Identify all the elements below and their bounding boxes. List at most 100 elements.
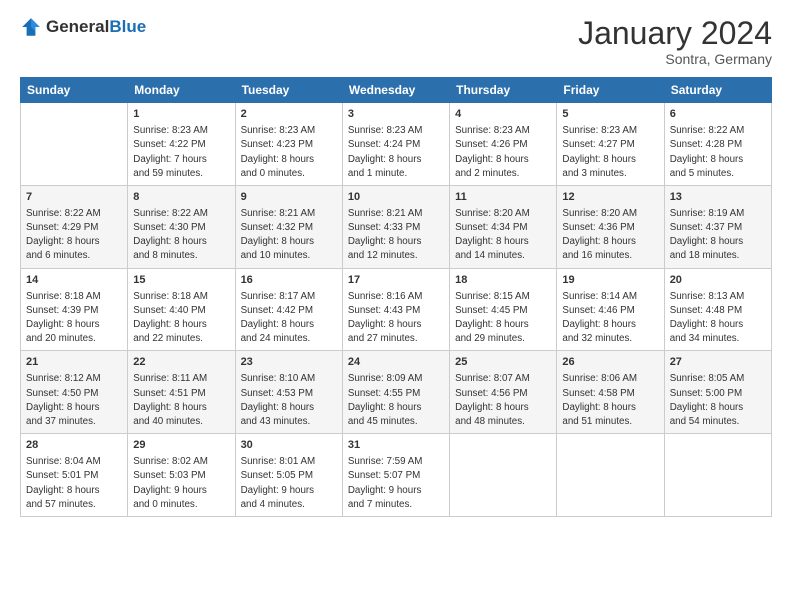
day-number: 18 xyxy=(455,273,551,289)
calendar-week-3: 14Sunrise: 8:18 AMSunset: 4:39 PMDayligh… xyxy=(21,268,772,351)
day-number: 25 xyxy=(455,355,551,371)
day-number: 7 xyxy=(26,190,122,206)
day-info: Sunrise: 8:12 AMSunset: 4:50 PMDaylight:… xyxy=(26,372,122,429)
day-number: 13 xyxy=(670,190,766,206)
logo-general: GeneralBlue xyxy=(46,17,146,37)
day-number: 30 xyxy=(241,438,337,454)
calendar-cell-w2-d2: 8Sunrise: 8:22 AMSunset: 4:30 PMDaylight… xyxy=(128,185,235,268)
calendar-week-4: 21Sunrise: 8:12 AMSunset: 4:50 PMDayligh… xyxy=(21,351,772,434)
calendar-header-row: Sunday Monday Tuesday Wednesday Thursday… xyxy=(21,78,772,103)
day-number: 15 xyxy=(133,273,229,289)
logo: GeneralBlue xyxy=(20,16,146,38)
day-info: Sunrise: 8:02 AMSunset: 5:03 PMDaylight:… xyxy=(133,455,229,512)
day-info: Sunrise: 7:59 AMSunset: 5:07 PMDaylight:… xyxy=(348,455,444,512)
day-number: 9 xyxy=(241,190,337,206)
day-number: 29 xyxy=(133,438,229,454)
day-info: Sunrise: 8:22 AMSunset: 4:30 PMDaylight:… xyxy=(133,207,229,264)
title-area: January 2024 Sontra, Germany xyxy=(578,16,772,67)
calendar-week-1: 1Sunrise: 8:23 AMSunset: 4:22 PMDaylight… xyxy=(21,103,772,186)
calendar-cell-w3-d3: 16Sunrise: 8:17 AMSunset: 4:42 PMDayligh… xyxy=(235,268,342,351)
calendar-cell-w5-d4: 31Sunrise: 7:59 AMSunset: 5:07 PMDayligh… xyxy=(342,434,449,517)
calendar-cell-w4-d7: 27Sunrise: 8:05 AMSunset: 5:00 PMDayligh… xyxy=(664,351,771,434)
calendar-table: Sunday Monday Tuesday Wednesday Thursday… xyxy=(20,77,772,517)
calendar-cell-w5-d2: 29Sunrise: 8:02 AMSunset: 5:03 PMDayligh… xyxy=(128,434,235,517)
col-monday: Monday xyxy=(128,78,235,103)
day-info: Sunrise: 8:14 AMSunset: 4:46 PMDaylight:… xyxy=(562,290,658,347)
day-number: 21 xyxy=(26,355,122,371)
day-info: Sunrise: 8:23 AMSunset: 4:27 PMDaylight:… xyxy=(562,124,658,181)
calendar-cell-w2-d3: 9Sunrise: 8:21 AMSunset: 4:32 PMDaylight… xyxy=(235,185,342,268)
calendar-cell-w5-d5 xyxy=(450,434,557,517)
day-info: Sunrise: 8:09 AMSunset: 4:55 PMDaylight:… xyxy=(348,372,444,429)
col-friday: Friday xyxy=(557,78,664,103)
day-number: 14 xyxy=(26,273,122,289)
day-info: Sunrise: 8:17 AMSunset: 4:42 PMDaylight:… xyxy=(241,290,337,347)
col-thursday: Thursday xyxy=(450,78,557,103)
calendar-week-5: 28Sunrise: 8:04 AMSunset: 5:01 PMDayligh… xyxy=(21,434,772,517)
col-tuesday: Tuesday xyxy=(235,78,342,103)
col-saturday: Saturday xyxy=(664,78,771,103)
calendar-cell-w4-d2: 22Sunrise: 8:11 AMSunset: 4:51 PMDayligh… xyxy=(128,351,235,434)
calendar-cell-w4-d1: 21Sunrise: 8:12 AMSunset: 4:50 PMDayligh… xyxy=(21,351,128,434)
day-info: Sunrise: 8:20 AMSunset: 4:34 PMDaylight:… xyxy=(455,207,551,264)
calendar-cell-w1-d4: 3Sunrise: 8:23 AMSunset: 4:24 PMDaylight… xyxy=(342,103,449,186)
day-info: Sunrise: 8:01 AMSunset: 5:05 PMDaylight:… xyxy=(241,455,337,512)
calendar-cell-w1-d2: 1Sunrise: 8:23 AMSunset: 4:22 PMDaylight… xyxy=(128,103,235,186)
day-info: Sunrise: 8:21 AMSunset: 4:33 PMDaylight:… xyxy=(348,207,444,264)
calendar-cell-w5-d3: 30Sunrise: 8:01 AMSunset: 5:05 PMDayligh… xyxy=(235,434,342,517)
logo-icon xyxy=(20,16,42,38)
day-number: 6 xyxy=(670,107,766,123)
calendar-cell-w3-d4: 17Sunrise: 8:16 AMSunset: 4:43 PMDayligh… xyxy=(342,268,449,351)
calendar-cell-w2-d5: 11Sunrise: 8:20 AMSunset: 4:34 PMDayligh… xyxy=(450,185,557,268)
calendar-cell-w1-d7: 6Sunrise: 8:22 AMSunset: 4:28 PMDaylight… xyxy=(664,103,771,186)
calendar-cell-w3-d2: 15Sunrise: 8:18 AMSunset: 4:40 PMDayligh… xyxy=(128,268,235,351)
calendar-cell-w4-d3: 23Sunrise: 8:10 AMSunset: 4:53 PMDayligh… xyxy=(235,351,342,434)
title-month: January 2024 xyxy=(578,16,772,51)
calendar-cell-w4-d5: 25Sunrise: 8:07 AMSunset: 4:56 PMDayligh… xyxy=(450,351,557,434)
calendar-cell-w2-d7: 13Sunrise: 8:19 AMSunset: 4:37 PMDayligh… xyxy=(664,185,771,268)
day-number: 1 xyxy=(133,107,229,123)
calendar-cell-w2-d1: 7Sunrise: 8:22 AMSunset: 4:29 PMDaylight… xyxy=(21,185,128,268)
day-info: Sunrise: 8:15 AMSunset: 4:45 PMDaylight:… xyxy=(455,290,551,347)
day-number: 26 xyxy=(562,355,658,371)
day-info: Sunrise: 8:23 AMSunset: 4:22 PMDaylight:… xyxy=(133,124,229,181)
calendar-cell-w3-d1: 14Sunrise: 8:18 AMSunset: 4:39 PMDayligh… xyxy=(21,268,128,351)
day-number: 17 xyxy=(348,273,444,289)
day-info: Sunrise: 8:20 AMSunset: 4:36 PMDaylight:… xyxy=(562,207,658,264)
day-number: 22 xyxy=(133,355,229,371)
day-number: 24 xyxy=(348,355,444,371)
day-info: Sunrise: 8:16 AMSunset: 4:43 PMDaylight:… xyxy=(348,290,444,347)
day-info: Sunrise: 8:13 AMSunset: 4:48 PMDaylight:… xyxy=(670,290,766,347)
day-number: 19 xyxy=(562,273,658,289)
header: GeneralBlue January 2024 Sontra, Germany xyxy=(20,16,772,67)
calendar-cell-w1-d1 xyxy=(21,103,128,186)
calendar-cell-w3-d6: 19Sunrise: 8:14 AMSunset: 4:46 PMDayligh… xyxy=(557,268,664,351)
day-number: 11 xyxy=(455,190,551,206)
day-number: 8 xyxy=(133,190,229,206)
calendar-week-2: 7Sunrise: 8:22 AMSunset: 4:29 PMDaylight… xyxy=(21,185,772,268)
calendar-cell-w5-d6 xyxy=(557,434,664,517)
calendar-cell-w4-d4: 24Sunrise: 8:09 AMSunset: 4:55 PMDayligh… xyxy=(342,351,449,434)
calendar-cell-w3-d5: 18Sunrise: 8:15 AMSunset: 4:45 PMDayligh… xyxy=(450,268,557,351)
day-info: Sunrise: 8:11 AMSunset: 4:51 PMDaylight:… xyxy=(133,372,229,429)
title-location: Sontra, Germany xyxy=(578,51,772,67)
day-number: 4 xyxy=(455,107,551,123)
page: GeneralBlue January 2024 Sontra, Germany… xyxy=(0,0,792,612)
calendar-cell-w3-d7: 20Sunrise: 8:13 AMSunset: 4:48 PMDayligh… xyxy=(664,268,771,351)
day-info: Sunrise: 8:04 AMSunset: 5:01 PMDaylight:… xyxy=(26,455,122,512)
day-number: 28 xyxy=(26,438,122,454)
day-info: Sunrise: 8:06 AMSunset: 4:58 PMDaylight:… xyxy=(562,372,658,429)
calendar-cell-w2-d4: 10Sunrise: 8:21 AMSunset: 4:33 PMDayligh… xyxy=(342,185,449,268)
day-number: 23 xyxy=(241,355,337,371)
day-number: 16 xyxy=(241,273,337,289)
day-info: Sunrise: 8:23 AMSunset: 4:24 PMDaylight:… xyxy=(348,124,444,181)
calendar-cell-w2-d6: 12Sunrise: 8:20 AMSunset: 4:36 PMDayligh… xyxy=(557,185,664,268)
day-number: 3 xyxy=(348,107,444,123)
day-info: Sunrise: 8:18 AMSunset: 4:39 PMDaylight:… xyxy=(26,290,122,347)
day-number: 20 xyxy=(670,273,766,289)
day-info: Sunrise: 8:07 AMSunset: 4:56 PMDaylight:… xyxy=(455,372,551,429)
calendar-cell-w4-d6: 26Sunrise: 8:06 AMSunset: 4:58 PMDayligh… xyxy=(557,351,664,434)
day-info: Sunrise: 8:10 AMSunset: 4:53 PMDaylight:… xyxy=(241,372,337,429)
day-info: Sunrise: 8:22 AMSunset: 4:28 PMDaylight:… xyxy=(670,124,766,181)
calendar-cell-w5-d7 xyxy=(664,434,771,517)
